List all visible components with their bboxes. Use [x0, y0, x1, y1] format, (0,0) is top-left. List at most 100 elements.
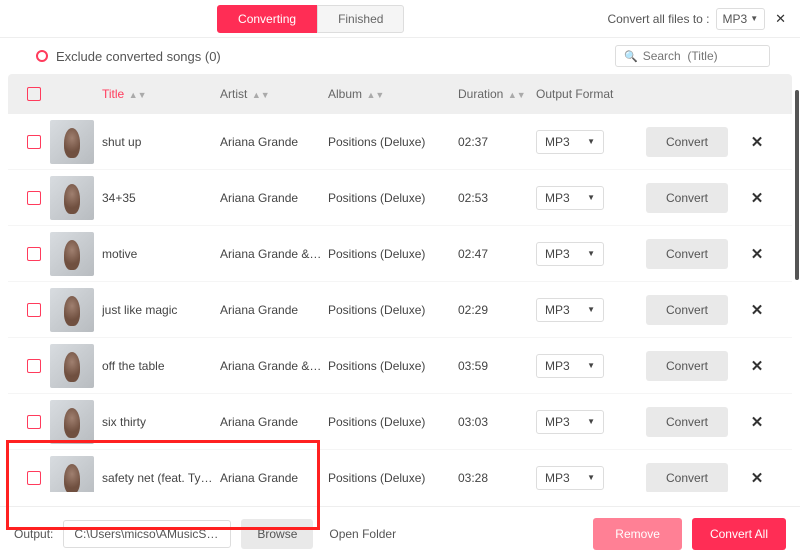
delete-icon[interactable]: ✕: [751, 190, 764, 207]
row-format-select[interactable]: MP3▼: [536, 242, 604, 266]
cell-title: motive: [102, 247, 220, 261]
cell-album: Positions (Deluxe): [328, 303, 458, 317]
header-album[interactable]: Album ▲▼: [328, 87, 458, 101]
cell-artist: Ariana Grande: [220, 191, 328, 205]
delete-icon[interactable]: ✕: [751, 246, 764, 263]
search-icon: 🔍: [624, 50, 638, 63]
row-format-select[interactable]: MP3▼: [536, 410, 604, 434]
cell-album: Positions (Deluxe): [328, 191, 458, 205]
row-format-select[interactable]: MP3▼: [536, 186, 604, 210]
delete-icon[interactable]: ✕: [751, 358, 764, 375]
convert-button[interactable]: Convert: [646, 239, 728, 269]
header-artist[interactable]: Artist ▲▼: [220, 87, 328, 101]
convert-all-button[interactable]: Convert All: [692, 518, 786, 550]
convert-button[interactable]: Convert: [646, 463, 728, 493]
global-format-select[interactable]: MP3▼: [716, 8, 766, 30]
cell-album: Positions (Deluxe): [328, 359, 458, 373]
cell-title: off the table: [102, 359, 220, 373]
cell-album: Positions (Deluxe): [328, 471, 458, 485]
row-checkbox[interactable]: [27, 303, 41, 317]
header-title[interactable]: Title ▲▼: [102, 87, 220, 101]
delete-icon[interactable]: ✕: [751, 302, 764, 319]
row-format-select[interactable]: MP3▼: [536, 298, 604, 322]
delete-icon[interactable]: ✕: [751, 414, 764, 431]
cell-artist: Ariana Grande: [220, 135, 328, 149]
cell-duration: 02:37: [458, 135, 536, 149]
cell-artist: Ariana Grande: [220, 471, 328, 485]
cell-title: six thirty: [102, 415, 220, 429]
search-box[interactable]: 🔍: [615, 45, 770, 67]
mode-tabs: Converting Finished: [217, 5, 404, 33]
table-row: shut upAriana GrandePositions (Deluxe)02…: [8, 114, 792, 170]
open-folder-button[interactable]: Open Folder: [329, 527, 396, 541]
search-input[interactable]: [643, 49, 761, 63]
cell-artist: Ariana Grande & …: [220, 359, 328, 373]
album-art: [50, 400, 94, 444]
exclude-radio-icon[interactable]: [36, 50, 48, 62]
header-duration[interactable]: Duration ▲▼: [458, 87, 536, 101]
table-row: six thirtyAriana GrandePositions (Deluxe…: [8, 394, 792, 450]
track-grid: Title ▲▼ Artist ▲▼ Album ▲▼ Duration ▲▼ …: [0, 74, 800, 492]
cell-album: Positions (Deluxe): [328, 415, 458, 429]
track-rows: shut upAriana GrandePositions (Deluxe)02…: [8, 114, 792, 492]
chevron-down-icon: ▼: [587, 249, 595, 258]
header-output-format: Output Format: [536, 87, 646, 101]
cell-duration: 02:47: [458, 247, 536, 261]
album-art: [50, 232, 94, 276]
convert-button[interactable]: Convert: [646, 351, 728, 381]
cell-duration: 03:59: [458, 359, 536, 373]
output-label: Output:: [14, 527, 53, 541]
album-art: [50, 344, 94, 388]
row-format-select[interactable]: MP3▼: [536, 354, 604, 378]
cell-album: Positions (Deluxe): [328, 135, 458, 149]
row-checkbox[interactable]: [27, 135, 41, 149]
remove-button[interactable]: Remove: [593, 518, 682, 550]
chevron-down-icon: ▼: [587, 305, 595, 314]
album-art: [50, 120, 94, 164]
exclude-label: Exclude converted songs (0): [56, 49, 221, 64]
album-art: [50, 456, 94, 493]
select-all-checkbox[interactable]: [27, 87, 41, 101]
row-checkbox[interactable]: [27, 471, 41, 485]
album-art: [50, 288, 94, 332]
row-checkbox[interactable]: [27, 415, 41, 429]
convert-button[interactable]: Convert: [646, 183, 728, 213]
convert-all-label: Convert all files to : MP3▼: [607, 8, 765, 30]
scrollbar-thumb[interactable]: [795, 90, 799, 280]
table-row: just like magicAriana GrandePositions (D…: [8, 282, 792, 338]
row-checkbox[interactable]: [27, 247, 41, 261]
table-row: 34+35Ariana GrandePositions (Deluxe)02:5…: [8, 170, 792, 226]
cell-duration: 02:29: [458, 303, 536, 317]
row-format-select[interactable]: MP3▼: [536, 466, 604, 490]
convert-button[interactable]: Convert: [646, 295, 728, 325]
cell-artist: Ariana Grande: [220, 303, 328, 317]
cell-title: safety net (feat. Ty …: [102, 471, 220, 485]
row-checkbox[interactable]: [27, 191, 41, 205]
row-format-select[interactable]: MP3▼: [536, 130, 604, 154]
table-row: off the tableAriana Grande & …Positions …: [8, 338, 792, 394]
row-checkbox[interactable]: [27, 359, 41, 373]
bottom-bar: Output: C:\Users\micso\AMusicSoft … Brow…: [0, 506, 800, 560]
chevron-down-icon: ▼: [587, 417, 595, 426]
delete-icon[interactable]: ✕: [751, 470, 764, 487]
chevron-down-icon: ▼: [587, 473, 595, 482]
table-header: Title ▲▼ Artist ▲▼ Album ▲▼ Duration ▲▼ …: [8, 74, 792, 114]
cell-title: just like magic: [102, 303, 220, 317]
filter-bar: Exclude converted songs (0) 🔍: [0, 38, 800, 74]
tab-converting[interactable]: Converting: [217, 5, 317, 33]
convert-button[interactable]: Convert: [646, 127, 728, 157]
browse-button[interactable]: Browse: [241, 519, 313, 549]
tab-finished[interactable]: Finished: [317, 5, 404, 33]
chevron-down-icon: ▼: [587, 361, 595, 370]
delete-icon[interactable]: ✕: [751, 134, 764, 151]
cell-title: 34+35: [102, 191, 220, 205]
cell-duration: 03:28: [458, 471, 536, 485]
close-icon[interactable]: ✕: [775, 11, 786, 27]
cell-title: shut up: [102, 135, 220, 149]
cell-artist: Ariana Grande & …: [220, 247, 328, 261]
chevron-down-icon: ▼: [587, 193, 595, 202]
chevron-down-icon: ▼: [587, 137, 595, 146]
sort-icon: ▲▼: [126, 90, 146, 100]
cell-duration: 03:03: [458, 415, 536, 429]
convert-button[interactable]: Convert: [646, 407, 728, 437]
